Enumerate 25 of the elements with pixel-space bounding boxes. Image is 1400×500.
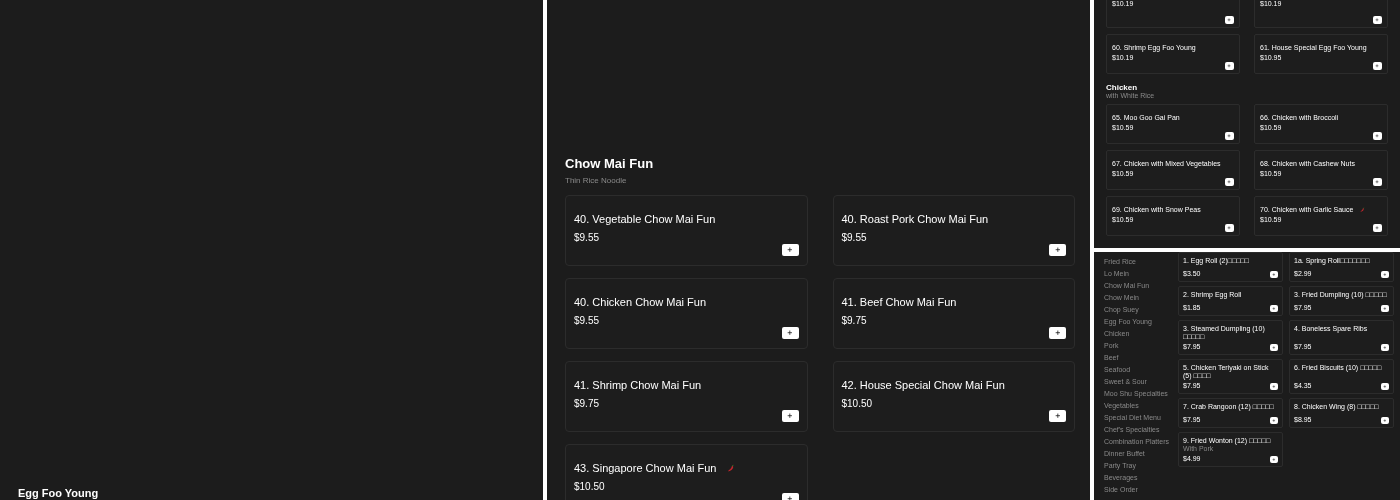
menu-item-card[interactable]: 43. Singapore Chow Mai Fun $10.50: [565, 443, 808, 500]
item-price: $10.50: [841, 397, 874, 410]
item-price: $10.50: [574, 480, 606, 493]
item-name: 42. House Special Chow Mai Fun: [841, 378, 1005, 392]
section-title: Chicken: [1106, 83, 1139, 92]
menu-item-card[interactable]: 40. Vegetable Chow Mai Fun $9.55: [565, 194, 808, 266]
item-name: 43. Singapore Chow Mai Fun: [574, 461, 717, 475]
item-price: $9.75: [841, 314, 868, 327]
section-subtitle: Thin Rice Noodle: [565, 174, 628, 187]
item-name: 40. Chicken Chow Mai Fun: [574, 295, 707, 309]
item-name: 40. Vegetable Chow Mai Fun: [574, 212, 716, 226]
item-price: $9.55: [841, 231, 868, 244]
item-name: 41. Beef Chow Mai Fun: [841, 295, 957, 309]
item-name: 40. Roast Pork Chow Mai Fun: [841, 212, 989, 226]
menu-item-card[interactable]: 40. Roast Pork Chow Mai Fun $9.55: [832, 194, 1075, 266]
item-price: $9.55: [574, 314, 601, 327]
item-price: $9.55: [574, 231, 601, 244]
item-name: 41. Shrimp Chow Mai Fun: [574, 378, 702, 392]
section-heading: Egg Foo Young: [18, 488, 100, 499]
menu-item-card[interactable]: 42. House Special Chow Mai Fun $10.50: [832, 360, 1075, 432]
item-price: $9.75: [574, 397, 601, 410]
menu-item-card[interactable]: 41. Shrimp Chow Mai Fun $9.75: [565, 360, 808, 432]
menu-item-card[interactable]: 41. Beef Chow Mai Fun $9.75: [832, 277, 1075, 349]
section-title: Chow Mai Fun: [565, 155, 655, 173]
menu-item-card[interactable]: 40. Chicken Chow Mai Fun $9.55: [565, 277, 808, 349]
